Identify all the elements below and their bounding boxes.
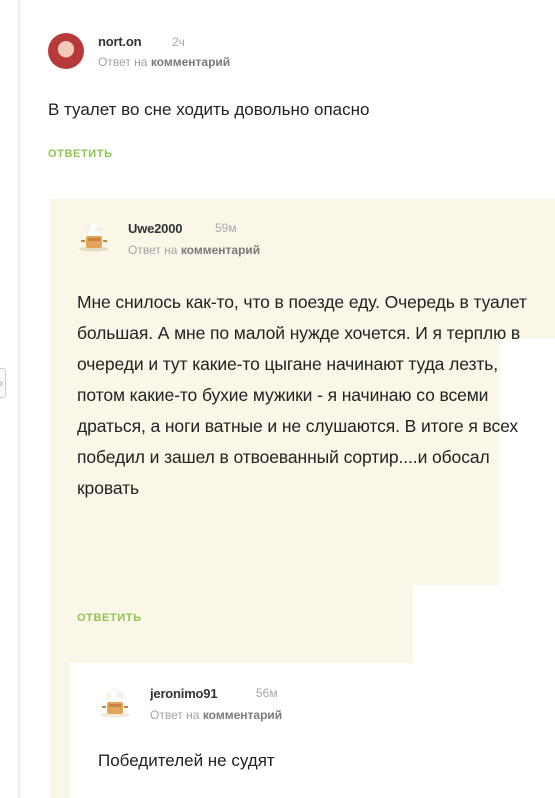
reply-button[interactable]: ОТВЕТИТЬ	[77, 612, 142, 624]
chef-avatar-icon[interactable]	[77, 218, 111, 252]
comment-author[interactable]: nort.on	[98, 34, 142, 49]
comment-author[interactable]: Uwe2000	[128, 221, 182, 236]
chef-avatar-icon[interactable]	[98, 684, 132, 718]
comment-author[interactable]: jeronimo91	[150, 686, 218, 701]
reply-target-link[interactable]: комментарий	[203, 708, 282, 722]
comment-nort-on: nort.on 2ч Ответ на комментарий В туалет…	[0, 0, 555, 190]
reply-target-link[interactable]: комментарий	[151, 55, 230, 69]
user-photo-avatar[interactable]	[48, 33, 84, 69]
comment-text: Мне снилось как-то, что в поезде еду. Оч…	[77, 292, 527, 498]
comments-page: › nort.on 2ч Ответ на комментарий В туал…	[0, 0, 555, 798]
reply-to-line: Ответ на комментарий	[98, 55, 230, 69]
collapse-thread-handle[interactable]: ›	[0, 368, 6, 398]
comment-text: Победителей не судят	[98, 751, 275, 770]
reply-to-line: Ответ на комментарий	[128, 243, 260, 257]
comment-text: В туалет во сне ходить довольно опасно	[48, 100, 370, 119]
reply-to-line: Ответ на комментарий	[150, 708, 282, 722]
comment-jeronimo91: jeronimo91 56м Ответ на комментарий Побе…	[70, 663, 555, 798]
reply-button[interactable]: ОТВЕТИТЬ	[48, 148, 113, 160]
reply-prefix: Ответ на	[150, 708, 200, 722]
comment-uwe2000: Uwe2000 59м Ответ на комментарий Мне сни…	[50, 199, 555, 659]
comment-time[interactable]: 59м	[215, 221, 237, 235]
reply-prefix: Ответ на	[98, 55, 148, 69]
comment-time[interactable]: 56м	[256, 686, 278, 700]
comment-time[interactable]: 2ч	[172, 35, 185, 49]
reply-prefix: Ответ на	[128, 243, 178, 257]
reply-target-link[interactable]: комментарий	[181, 243, 260, 257]
